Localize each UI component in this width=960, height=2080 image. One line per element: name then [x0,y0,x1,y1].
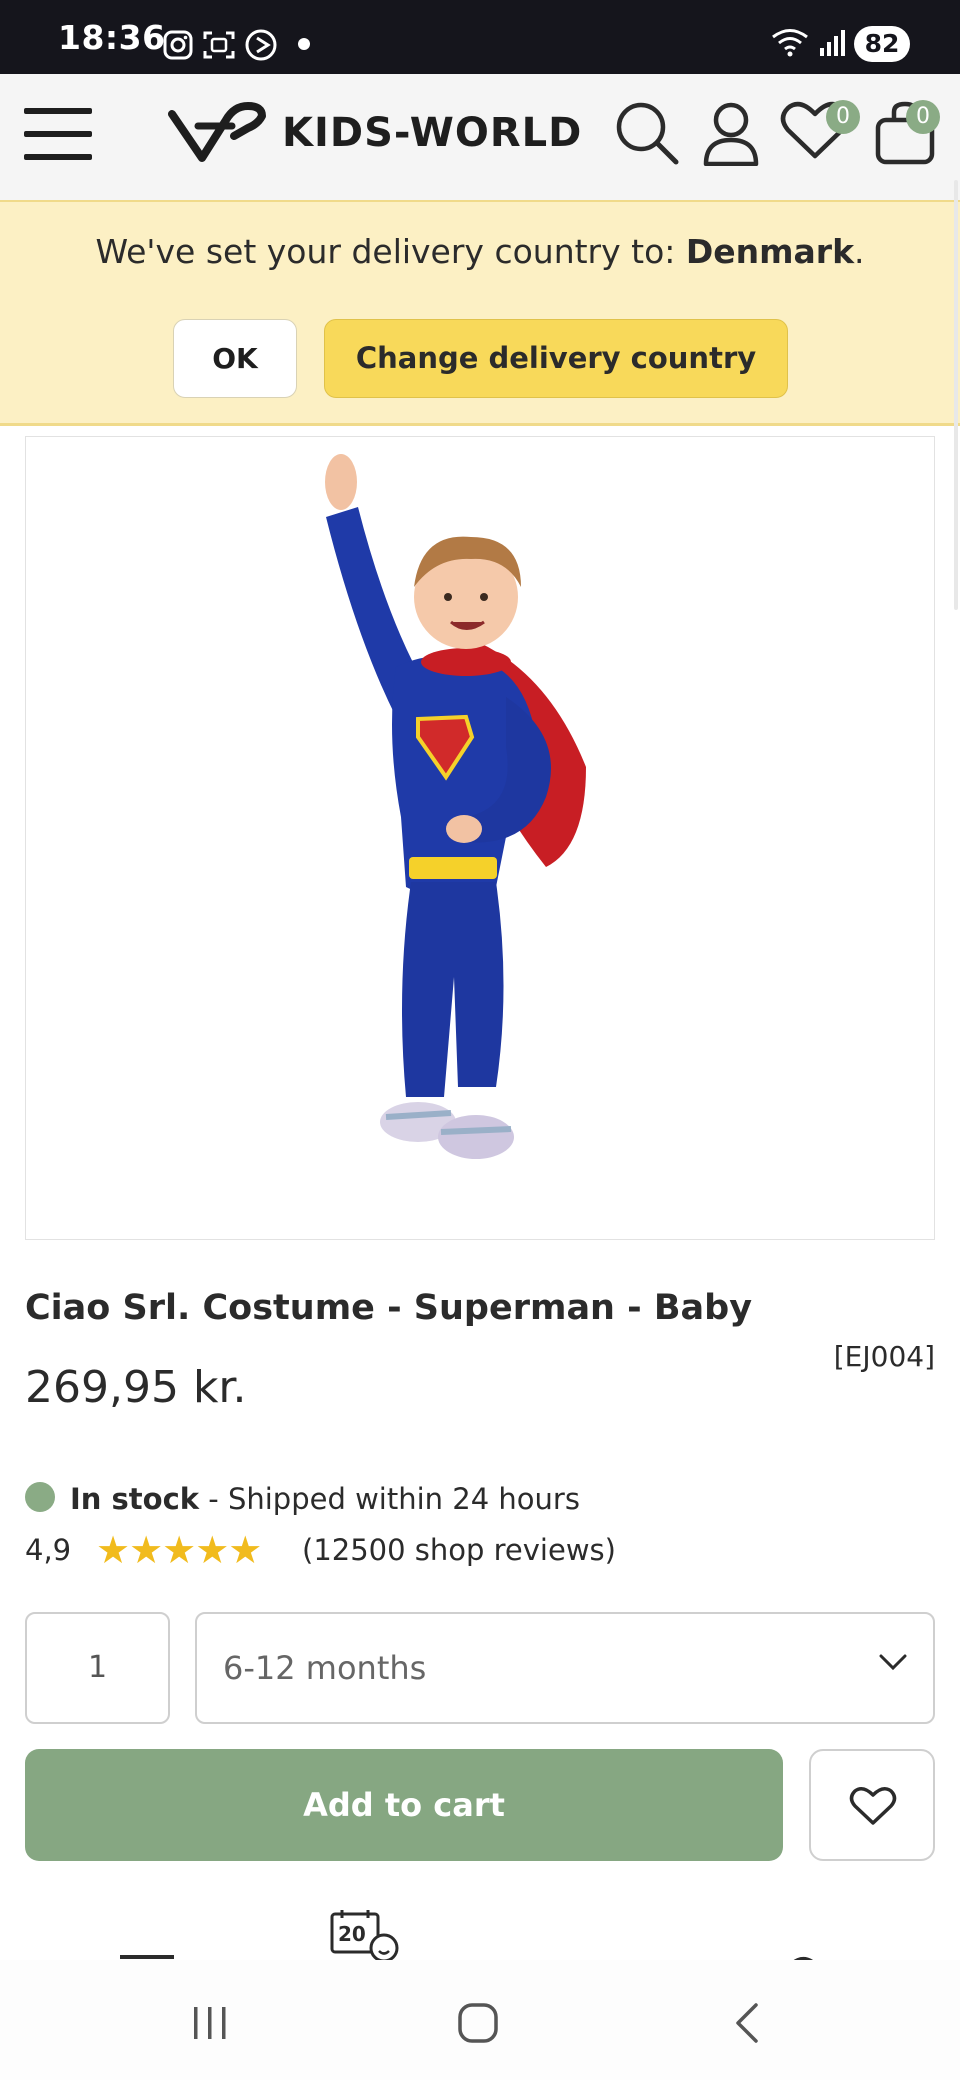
heart-icon [849,1787,897,1825]
stock-info: In stock - Shipped within 24 hours [70,1482,580,1516]
scrollbar[interactable] [954,180,958,610]
calendar-day: 20 [338,1922,366,1946]
screen-capture-icon [203,31,235,59]
add-to-wishlist-button[interactable] [809,1749,935,1861]
signal-icon [820,30,845,56]
rating-value: 4,9 [25,1533,72,1567]
product-sku: [EJ004] [833,1340,935,1373]
delivery-message-text: We've set your delivery country to: [95,232,686,271]
delivery-message: We've set your delivery country to: Denm… [0,232,960,271]
home-icon[interactable] [456,2001,500,2045]
recent-apps-icon[interactable] [190,2003,230,2043]
hamburger-menu-icon[interactable] [24,106,92,162]
user-icon[interactable] [702,100,760,166]
delivery-country: Denmark [685,232,855,271]
battery-indicator: 82 [854,26,910,62]
play-circle-icon [245,29,277,61]
product-title: Ciao Srl. Costume - Superman - Baby [25,1288,753,1328]
review-count-link[interactable]: (12500 shop reviews) [302,1533,616,1567]
stock-status-dot [25,1482,55,1512]
back-icon[interactable] [728,2001,768,2045]
superman-costume-photo [325,454,586,1159]
brand-name[interactable]: KIDS-WORLD [282,110,582,156]
brand-logo-icon[interactable] [168,96,268,176]
calendar-icon: 20 [330,1908,400,1964]
change-delivery-country-button[interactable]: Change delivery country [324,319,788,398]
wifi-icon [772,29,808,57]
wishlist-count-badge: 0 [826,100,860,134]
instagram-icon [163,30,193,60]
status-time: 18:36 [58,18,166,57]
quantity-input[interactable]: 1 [25,1612,170,1724]
ok-button[interactable]: OK [173,319,297,398]
product-image[interactable] [25,436,935,1240]
add-to-cart-button[interactable]: Add to cart [25,1749,783,1861]
usp-icon-fragment [120,1955,174,1959]
status-bar: 18:36 82 [0,0,960,74]
notification-dot [298,38,310,50]
shipping-note: - Shipped within 24 hours [199,1482,580,1516]
search-icon[interactable] [614,100,680,166]
chevron-down-icon [879,1654,907,1671]
delivery-message-suffix: . [854,232,865,271]
size-select[interactable]: 6-12 months [195,1612,935,1724]
rating-stars: ★★★★★ [96,1528,262,1572]
product-price: 269,95 kr. [25,1362,247,1413]
stock-status: In stock [70,1482,200,1516]
cart-count-badge: 0 [906,100,940,134]
